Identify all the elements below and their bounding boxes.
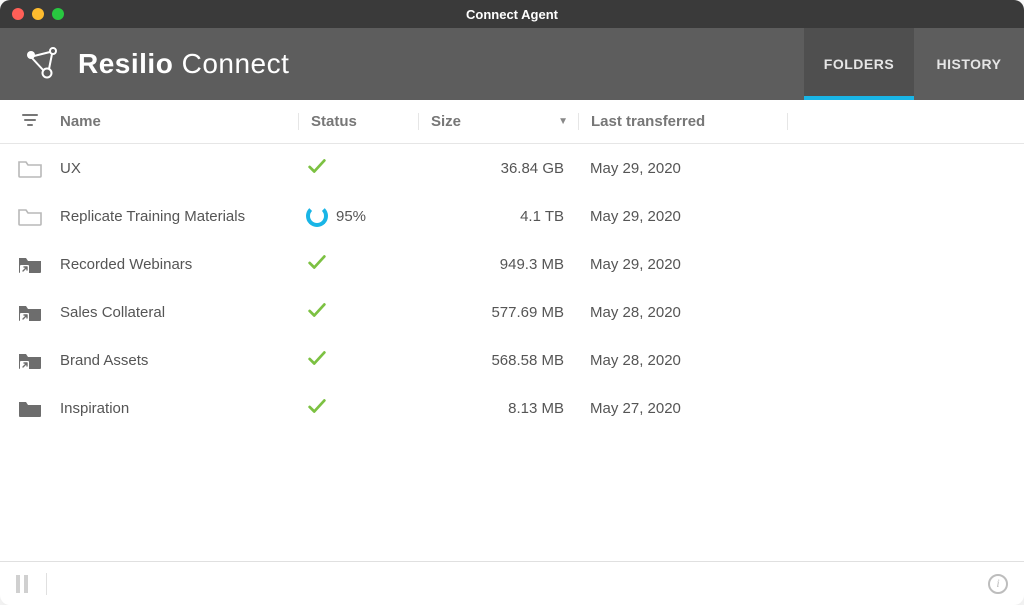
row-icon-cell (0, 349, 60, 371)
progress-percent: 95% (336, 208, 366, 225)
folder-shortcut-icon (17, 349, 43, 371)
sort-descending-icon: ▼ (558, 116, 568, 127)
table-row[interactable]: Replicate Training Materials 95% 4.1 TBMay… (0, 192, 1024, 240)
table-row[interactable]: UX 36.84 GBMay 29, 2020 (0, 144, 1024, 192)
row-size: 8.13 MB (418, 400, 578, 417)
checkmark-icon (306, 395, 328, 421)
sync-progress-icon (306, 205, 328, 227)
row-status: 95% (298, 205, 418, 227)
column-last-transferred[interactable]: Last transferred (578, 113, 788, 130)
row-size: 577.69 MB (418, 304, 578, 321)
separator (46, 573, 47, 595)
column-status[interactable]: Status (298, 113, 418, 130)
row-name: Brand Assets (60, 352, 298, 369)
row-date: May 29, 2020 (578, 208, 788, 225)
folder-shortcut-icon (17, 253, 43, 275)
row-icon-cell (0, 253, 60, 275)
app-window: Connect Agent Resilio Connect FOLDERS HI… (0, 0, 1024, 605)
folder-outline-icon (17, 205, 43, 227)
checkmark-icon (306, 299, 328, 325)
row-name: Inspiration (60, 400, 298, 417)
row-status (298, 299, 418, 325)
row-size: 949.3 MB (418, 256, 578, 273)
row-date: May 29, 2020 (578, 160, 788, 177)
filter-icon (21, 111, 39, 133)
table-row[interactable]: Recorded Webinars 949.3 MBMay 29, 2020 (0, 240, 1024, 288)
checkmark-icon (306, 251, 328, 277)
window-title: Connect Agent (0, 7, 1024, 22)
tab-history[interactable]: HISTORY (914, 28, 1024, 100)
folder-solid-icon (17, 397, 43, 419)
app-header: Resilio Connect FOLDERS HISTORY (0, 28, 1024, 100)
titlebar[interactable]: Connect Agent (0, 0, 1024, 28)
column-size-label: Size (431, 113, 461, 130)
column-header-row: Name Status Size ▼ Last transferred (0, 100, 1024, 144)
row-icon-cell (0, 205, 60, 227)
row-status (298, 395, 418, 421)
checkmark-icon (306, 347, 328, 373)
brand-name: Resilio Connect (78, 48, 289, 80)
row-name: Replicate Training Materials (60, 208, 298, 225)
row-size: 568.58 MB (418, 352, 578, 369)
row-size: 4.1 TB (418, 208, 578, 225)
row-status (298, 155, 418, 181)
row-size: 36.84 GB (418, 160, 578, 177)
row-date: May 28, 2020 (578, 304, 788, 321)
filter-button[interactable] (0, 111, 60, 133)
column-size[interactable]: Size ▼ (418, 113, 578, 130)
row-status (298, 251, 418, 277)
checkmark-icon (306, 155, 328, 181)
pause-button[interactable] (16, 575, 28, 593)
row-icon-cell (0, 301, 60, 323)
folder-shortcut-icon (17, 301, 43, 323)
row-icon-cell (0, 397, 60, 419)
row-name: Sales Collateral (60, 304, 298, 321)
brand: Resilio Connect (0, 28, 289, 100)
row-status (298, 347, 418, 373)
row-icon-cell (0, 157, 60, 179)
row-name: Recorded Webinars (60, 256, 298, 273)
folder-outline-icon (17, 157, 43, 179)
row-date: May 29, 2020 (578, 256, 788, 273)
info-button[interactable]: i (988, 574, 1008, 594)
table-row[interactable]: Sales Collateral 577.69 MBMay 28, 2020 (0, 288, 1024, 336)
resilio-logo-icon (20, 40, 64, 89)
tab-folders[interactable]: FOLDERS (804, 28, 914, 100)
column-name[interactable]: Name (60, 113, 298, 130)
row-date: May 27, 2020 (578, 400, 788, 417)
row-date: May 28, 2020 (578, 352, 788, 369)
status-bar: i (0, 561, 1024, 605)
table-row[interactable]: Brand Assets 568.58 MBMay 28, 2020 (0, 336, 1024, 384)
table-row[interactable]: Inspiration 8.13 MBMay 27, 2020 (0, 384, 1024, 432)
main-tabs: FOLDERS HISTORY (804, 28, 1024, 100)
folder-list: UX36.84 GBMay 29, 2020Replicate Training… (0, 144, 1024, 561)
row-name: UX (60, 160, 298, 177)
